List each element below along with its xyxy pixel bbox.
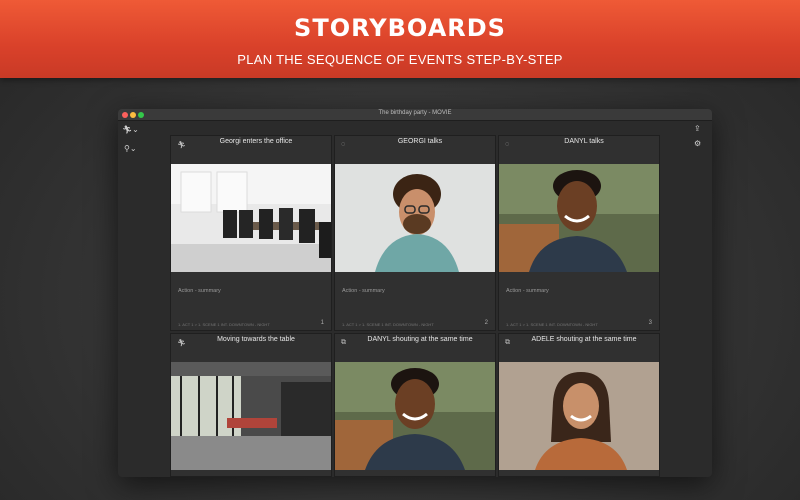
card-title: DANYL talks (564, 138, 604, 145)
card-number: 1 (320, 320, 324, 326)
storyboard-card[interactable]: 🏃︎ Georgi enters the office Action - sum… (170, 135, 332, 331)
settings-button[interactable]: ⚙ (694, 139, 701, 148)
card-image-large-office (171, 362, 331, 470)
gear-icon: ⚙ (694, 139, 702, 148)
card-header: 🏃︎ Moving towards the table (171, 334, 331, 362)
card-number: 2 (484, 320, 488, 326)
storyboard-card[interactable]: ⧉ DANYL shouting at the same time (334, 333, 496, 477)
card-summary[interactable]: Action - summary (342, 288, 385, 294)
storyboard-card[interactable]: ◌ DANYL talks Action - summary 1. ACT 1 … (498, 135, 660, 331)
storyboard-card[interactable]: ⧉ ADELE shouting at the same time (498, 333, 660, 477)
banner-title: STORYBOARDS (294, 14, 506, 42)
card-title: DANYL shouting at the same time (367, 336, 473, 343)
card-title: Georgi enters the office (219, 138, 293, 145)
window-title: The birthday party - MOVIE (378, 110, 452, 116)
storyboard-card[interactable]: 🏃︎ Moving towards the table (170, 333, 332, 477)
card-summary[interactable]: Action - summary (506, 288, 549, 294)
card-header: ⧉ ADELE shouting at the same time (499, 334, 659, 362)
dual-speech-icon: ⧉ (505, 339, 510, 346)
share-button[interactable]: ⇪ (694, 124, 701, 133)
promo-banner: STORYBOARDS PLAN THE SEQUENCE OF EVENTS … (0, 0, 800, 78)
storyboard-card[interactable]: ◌ GEORGI talks Action - summary 1. ACT 1… (334, 135, 496, 331)
dual-speech-icon: ⧉ (341, 339, 346, 346)
card-header: ⧉ DANYL shouting at the same time (335, 334, 495, 362)
share-icon: ⇪ (694, 124, 701, 133)
card-title: Moving towards the table (217, 336, 295, 343)
card-header: ◌ GEORGI talks (335, 136, 495, 164)
card-meta: 1. ACT 1 > 1. SCENE 1 INT. DOWNTOWN - NI… (506, 322, 598, 327)
card-meta: 1. ACT 1 > 1. SCENE 1 INT. DOWNTOWN - NI… (178, 322, 270, 327)
filter-dropdown-button[interactable]: 🏃︎⌄ (122, 125, 139, 134)
card-header: 🏃︎ Georgi enters the office (171, 136, 331, 164)
card-image-man-glasses (335, 164, 495, 272)
card-number: 3 (648, 320, 652, 326)
speech-bubble-icon: ◌ (505, 141, 510, 148)
runner-icon: 🏃︎ (122, 125, 133, 134)
card-image-smiling-man (335, 362, 495, 470)
card-title: ADELE shouting at the same time (531, 336, 637, 343)
title-bar: The birthday party - MOVIE (118, 109, 712, 121)
card-header: ◌ DANYL talks (499, 136, 659, 164)
chevron-down-icon: ⌄ (129, 144, 137, 153)
banner-subtitle: PLAN THE SEQUENCE OF EVENTS STEP-BY-STEP (237, 52, 563, 67)
card-meta: 1. ACT 1 > 1. SCENE 1 INT. DOWNTOWN - NI… (342, 322, 434, 327)
speech-bubble-icon: ◌ (341, 141, 346, 148)
chevron-down-icon: ⌄ (132, 125, 139, 134)
card-summary[interactable]: Action - summary (178, 288, 221, 294)
card-image-smiling-woman (499, 362, 659, 470)
card-image-office (171, 164, 331, 272)
app-window: The birthday party - MOVIE 🏃︎⌄ ⚲⌄ ⇪ ⚙ 🏃︎… (118, 109, 712, 477)
card-title: GEORGI talks (397, 138, 443, 145)
search-dropdown-button[interactable]: ⚲⌄ (124, 144, 137, 153)
card-image-smiling-man (499, 164, 659, 272)
